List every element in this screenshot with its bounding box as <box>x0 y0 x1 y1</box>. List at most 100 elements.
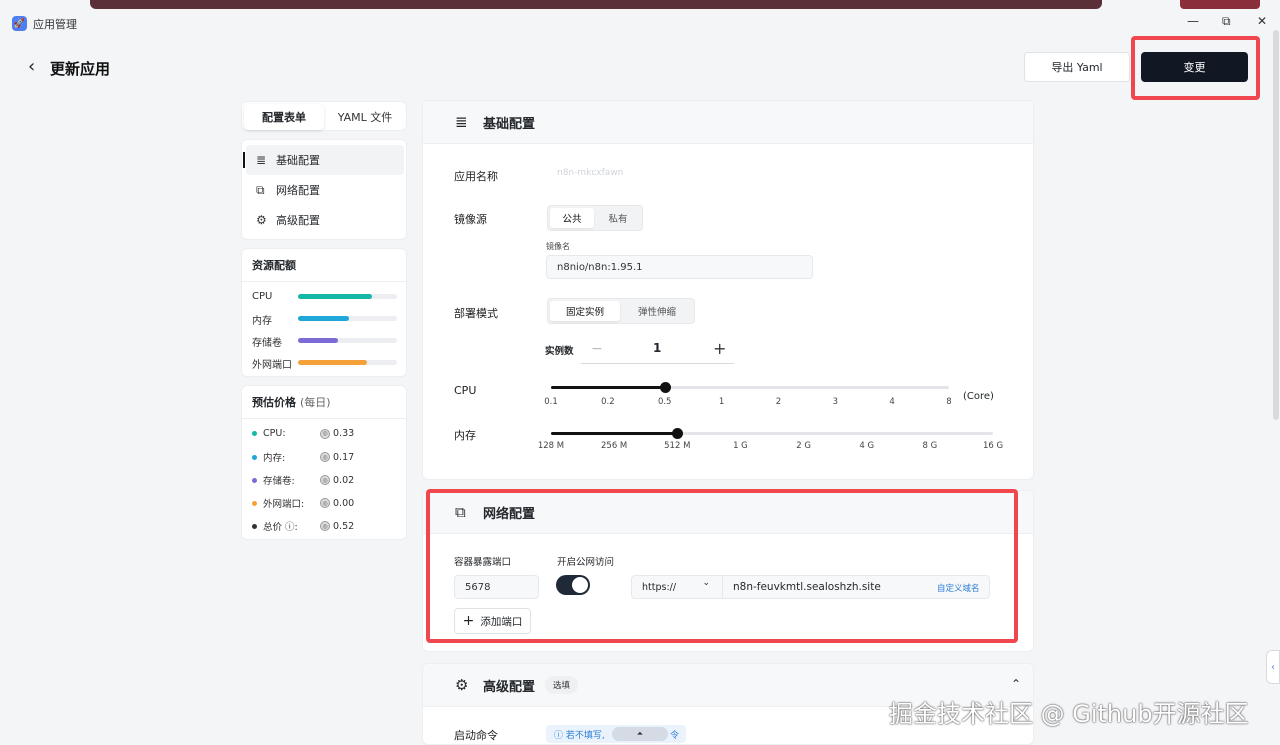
quota-fill-storage <box>298 338 338 343</box>
nav-active-indicator <box>243 152 245 168</box>
slider-tick-label: 4 <box>889 397 895 407</box>
quota-bar-storage <box>298 338 397 343</box>
advanced-config-title: 高级配置 <box>483 679 536 695</box>
tab-config-form[interactable]: 配置表单 <box>244 104 324 130</box>
coin-icon: ◎ <box>320 428 330 439</box>
price-period: (每日) <box>300 396 331 409</box>
basic-config-title: 基础配置 <box>483 116 536 132</box>
close-icon[interactable]: ✕ <box>1257 14 1267 28</box>
deploy-mode-label: 部署模式 <box>454 307 498 320</box>
chevron-up-icon[interactable]: ⌃ <box>1011 677 1021 691</box>
price-row-total: 总价 ⓘ: ◎ 0.52 <box>252 519 402 533</box>
scroll-to-top-button[interactable]: ⏶ <box>612 727 668 741</box>
slider-tick-label: 128 M <box>537 441 565 451</box>
price-value: 0.33 <box>333 428 355 439</box>
gear-icon: ⚙ <box>256 213 267 227</box>
slider-tick-label: 0.2 <box>601 397 615 407</box>
price-title-text: 预估价格 <box>252 396 296 409</box>
instances-label: 实例数 <box>545 346 574 357</box>
cpu-slider[interactable]: 0.1 0.2 0.5 1 2 3 4 8 <box>544 379 952 409</box>
gear-icon: ⚙ <box>455 676 469 694</box>
slider-tick-label: 512 M <box>664 441 691 451</box>
network-icon: ⧉ <box>256 182 265 197</box>
instances-underline <box>581 363 734 364</box>
deploy-elastic-option[interactable]: 弹性伸缩 <box>622 301 692 321</box>
browser-strip-button <box>1180 0 1260 9</box>
nav-item-basic[interactable]: ≣ 基础配置 <box>243 145 404 175</box>
instances-value[interactable]: 1 <box>653 341 661 355</box>
quota-bar-memory <box>298 316 397 321</box>
quota-fill-cpu <box>298 294 373 299</box>
basic-config-header: ≣ 基础配置 <box>423 101 1033 144</box>
price-row-cpu: CPU: ◎ 0.33 <box>252 428 402 439</box>
price-card: 预估价格 (每日) CPU: ◎ 0.33 内存: ◎ 0.17 存储卷: ◎ 0.0… <box>241 385 407 540</box>
slider-tick-label: 0.5 <box>657 397 672 407</box>
coin-icon: ◎ <box>320 521 330 531</box>
slider-tick-label: 8 G <box>922 441 938 451</box>
price-value: 0.02 <box>333 474 355 486</box>
start-command-label: 启动命令 <box>454 729 498 742</box>
image-source-label: 镜像源 <box>454 213 487 226</box>
quota-label-memory: 内存 <box>252 316 272 327</box>
deploy-mode-toggle: 固定实例 弹性伸缩 <box>547 298 695 324</box>
instances-minus-button[interactable]: − <box>591 341 603 357</box>
coin-icon: ◎ <box>320 452 330 462</box>
price-row-memory: 内存: ◎ 0.17 <box>252 450 402 464</box>
cpu-unit: (Core) <box>963 391 994 402</box>
slider-tick-label: 2 <box>775 397 782 407</box>
image-private-option[interactable]: 私有 <box>596 208 640 228</box>
tab-yaml-file[interactable]: YAML 文件 <box>326 104 404 130</box>
watermark: 掘金技术社区 @ Github开源社区 <box>889 700 1249 728</box>
price-label: 总价 ⓘ: <box>263 522 298 533</box>
deploy-fixed-option[interactable]: 固定实例 <box>550 301 620 321</box>
quota-fill-memory <box>298 316 350 321</box>
legend-dot <box>252 454 257 460</box>
price-title: 预估价格 (每日) <box>242 386 406 419</box>
slider-fill <box>551 432 678 435</box>
slider-tick-label: 0.1 <box>544 397 558 407</box>
image-name-input[interactable]: n8nio/n8n:1.95.1 <box>546 255 813 279</box>
price-label: CPU: <box>263 428 286 439</box>
slider-tick-label: 2 G <box>796 441 811 451</box>
minimize-icon[interactable]: — <box>1187 14 1199 28</box>
export-yaml-button[interactable]: 导出 Yaml <box>1024 52 1130 82</box>
quota-label-port: 外网端口 <box>252 360 292 371</box>
memory-label: 内存 <box>454 429 476 442</box>
optional-badge: 选填 <box>545 676 579 694</box>
slider-tick-label: 16 G <box>982 441 1004 451</box>
price-value: 0.52 <box>333 520 355 532</box>
hint-text: ⓘ 若不填写, <box>554 730 605 741</box>
start-command-hint: ⓘ 若不填写, ⏶ 令 <box>546 725 686 743</box>
price-row-port: 外网端口: ◎ 0.00 <box>252 496 402 510</box>
document-icon: ≣ <box>455 113 468 131</box>
basic-config-card: ≣ 基础配置 应用名称 n8n-mkcxfawn 镜像源 公共 私有 镜像名 n… <box>422 100 1034 480</box>
page-scrollbar[interactable] <box>1273 30 1279 420</box>
back-chevron-icon[interactable]: ‹ <box>28 56 35 77</box>
slider-tick-label: 1 G <box>733 441 748 451</box>
image-public-option[interactable]: 公共 <box>550 208 594 228</box>
slider-knob[interactable] <box>659 382 671 393</box>
change-button[interactable]: 变更 <box>1141 52 1248 82</box>
legend-dot <box>252 523 257 529</box>
app-name-value: n8n-mkcxfawn <box>557 168 624 178</box>
app-rocket-icon: 🚀 <box>12 16 27 31</box>
cpu-label: CPU <box>454 384 477 397</box>
document-icon: ≣ <box>256 153 267 167</box>
browser-strip <box>90 0 1102 9</box>
coin-icon: ◎ <box>320 498 330 508</box>
side-panel-toggle[interactable]: ‹ <box>1266 650 1280 684</box>
restore-icon[interactable]: ⧉ <box>1222 14 1231 29</box>
quota-label-storage: 存储卷 <box>252 338 282 349</box>
instances-plus-button[interactable]: + <box>713 339 726 358</box>
nav-item-advanced[interactable]: ⚙ 高级配置 <box>246 205 404 235</box>
price-value: 0.17 <box>333 451 355 463</box>
slider-tick-label: 3 <box>832 397 838 407</box>
memory-slider[interactable]: 128 M 256 M 512 M 1 G 2 G 4 G 8 G 16 G <box>538 425 1003 455</box>
app-name-label: 应用名称 <box>454 170 498 183</box>
hint-text-tail: 令 <box>670 730 680 741</box>
nav-item-label: 基础配置 <box>276 154 320 167</box>
legend-dot <box>252 431 257 436</box>
slider-knob[interactable] <box>672 428 684 439</box>
slider-fill <box>551 386 665 389</box>
nav-item-network[interactable]: ⧉ 网络配置 <box>246 175 404 205</box>
